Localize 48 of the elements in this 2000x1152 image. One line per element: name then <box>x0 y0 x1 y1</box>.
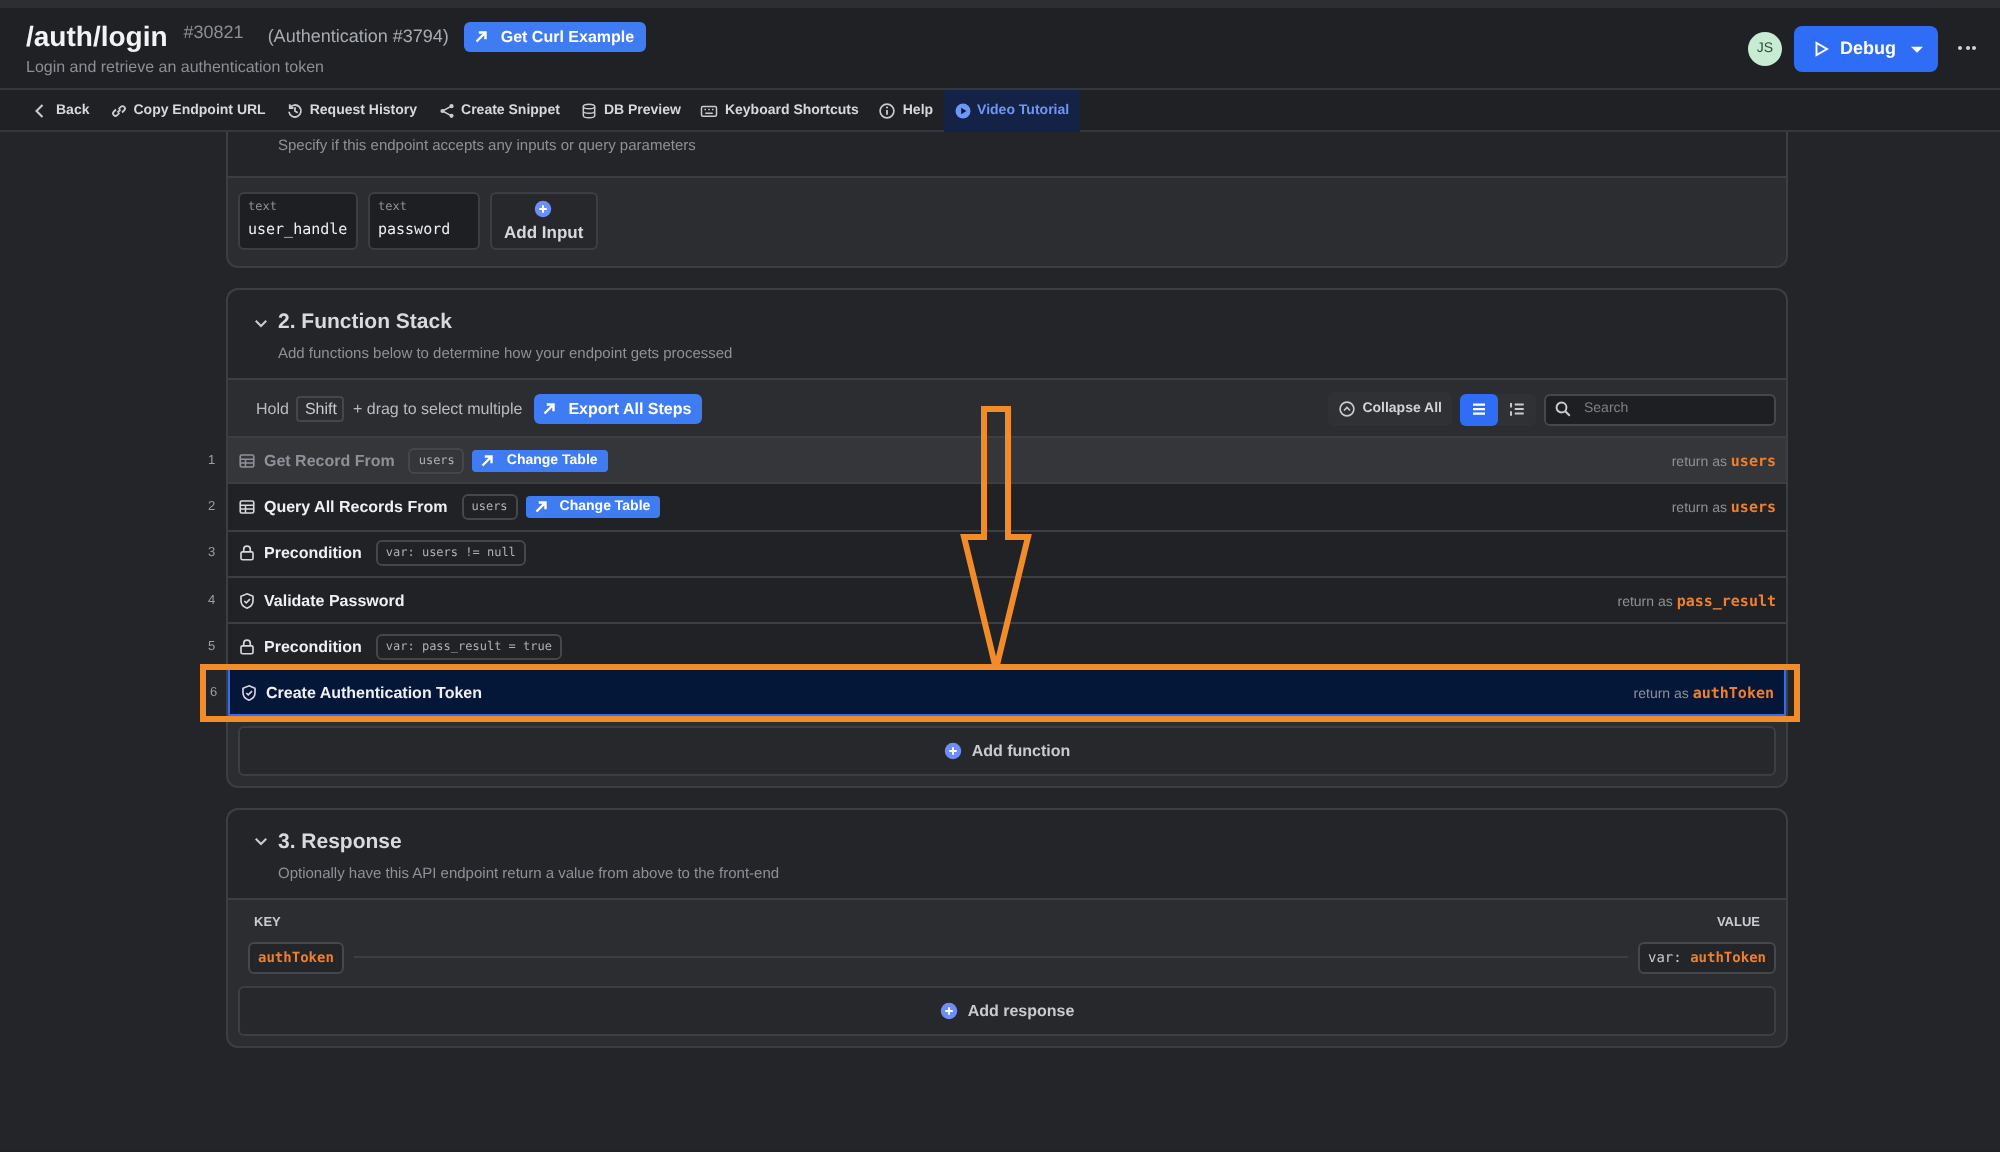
step-name: Precondition <box>264 544 362 563</box>
section-title[interactable]: 2. Function Stack <box>278 310 452 334</box>
play-icon <box>953 101 972 119</box>
curl-example-button[interactable]: Get Curl Example <box>464 21 647 51</box>
hint-text: + drag to select multiple <box>352 400 523 418</box>
add-response-button[interactable]: Add response <box>238 985 1776 1036</box>
collapse-icon <box>1338 400 1357 418</box>
plus-icon <box>939 1001 958 1020</box>
play-icon <box>1812 39 1830 57</box>
arrow-icon <box>540 400 559 418</box>
chevron-icon <box>252 832 270 851</box>
share-icon <box>437 101 456 119</box>
table-icon <box>238 497 256 516</box>
plus-icon <box>943 741 962 760</box>
arrow-icon <box>478 451 497 470</box>
debug-button[interactable]: Debug <box>1794 25 1938 71</box>
endpoint-description: Login and retrieve an authentication token <box>26 58 326 76</box>
keyboard-icon <box>700 101 719 119</box>
table-icon <box>238 451 256 470</box>
step-name: Create Authentication Token <box>266 683 483 702</box>
lock-icon <box>238 544 256 563</box>
endpoint-id: #30821 <box>183 22 244 42</box>
search-icon <box>1554 400 1572 418</box>
step-name: Get Record From <box>264 451 395 470</box>
shield-check-icon <box>238 591 256 610</box>
history-icon <box>285 101 304 119</box>
step-name: Precondition <box>264 637 362 656</box>
list-icon <box>1470 400 1488 418</box>
database-icon <box>579 101 598 119</box>
plus-icon <box>534 200 553 218</box>
link-icon <box>109 101 128 119</box>
step-name: Query All Records From <box>264 497 448 516</box>
section-title[interactable]: 3. Response <box>278 829 402 854</box>
endpoint-title: /auth/login <box>26 20 168 52</box>
add-function-button[interactable]: Add function <box>238 725 1776 776</box>
lock-icon <box>238 637 256 656</box>
shield-check-icon <box>240 683 258 702</box>
numbered-list-icon <box>1508 400 1526 418</box>
export-button[interactable]: Export All Steps <box>534 394 702 424</box>
info-icon <box>878 101 897 119</box>
group-label: (Authentication #3794) <box>267 26 449 46</box>
arrow-icon <box>531 497 550 516</box>
view-toggle[interactable] <box>1460 393 1498 425</box>
hint-text: Hold <box>256 400 289 418</box>
key-label: Shift <box>296 396 345 422</box>
arrow-icon <box>472 27 491 45</box>
step-name: Validate Password <box>264 591 405 610</box>
add-input-button[interactable]: Add Input <box>490 192 598 250</box>
